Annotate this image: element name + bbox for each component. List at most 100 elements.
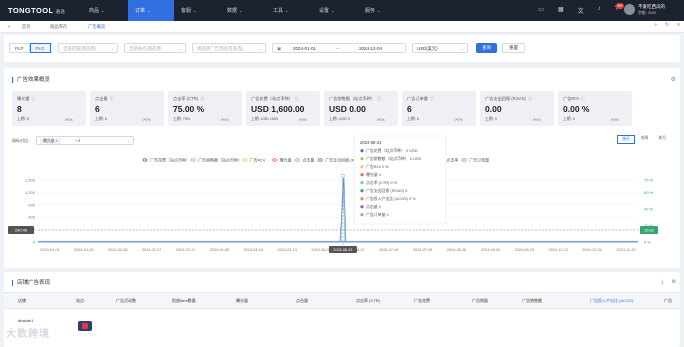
chevron-down-icon: ⌄ [377,8,381,13]
section-title: 店铺广告表现 [12,280,50,286]
y-tick-label: 0 [33,240,36,245]
tab-ad-overview[interactable]: 广告概览 [88,23,105,31]
y-right-tick-label: 75 % [644,178,654,183]
column-header[interactable]: 点击量 [296,298,308,304]
legend-item[interactable]: 曝光量 [280,157,292,163]
column-header[interactable]: 广告活动数 [116,298,136,304]
translate-icon[interactable]: 文 [578,6,584,15]
refresh-icon[interactable]: ↻ [665,22,669,28]
tooltip-dot [360,189,364,193]
y-tick-label: 600 [28,215,35,220]
tab-tools: » ↻ ≡ [654,22,680,28]
reset-button[interactable]: 重置 [502,43,525,53]
column-header[interactable]: 点击率 (CTR) [356,298,380,304]
y-tick-label: 1,500 [25,178,36,183]
column-header[interactable]: 广告投入产出比 (ACOS) [590,298,633,304]
y-tick-label: 1,200 [25,190,36,195]
column-header[interactable]: 曝光量 [236,298,248,304]
date-end[interactable]: 2024-12-04 [359,44,382,53]
user-menu[interactable]: 不爱吃西瓜的 余额: 0000 [624,3,680,18]
x-tick-label: 2024-05-13 [277,248,296,252]
legend-item[interactable]: 广告ROI [250,157,265,163]
menu-icon[interactable]: ≡ [677,22,680,28]
tab-home[interactable]: 首页 [22,23,31,31]
legend-item[interactable]: 广告销售额（站点币种） [198,157,242,163]
chevron-down-icon: ⌄ [331,8,335,13]
column-header[interactable]: 投放Item数量 [172,298,196,304]
download-icon[interactable]: ⤓ [661,279,663,285]
logo[interactable]: TONGTOOL 通途 [8,6,65,15]
y-tick-label: 900 [28,202,35,207]
filter-bar: PLP PLG 全部店铺(请选择) ⌄ 全部站点(请选择) ⌄ 请选择广告活动(可多… [4,35,680,62]
tab-products[interactable]: 商品库存 [50,23,67,31]
date-start[interactable]: 2024-01-01 [293,44,316,53]
tooltip-row: 广告销售额（站点币种） 0 USD [366,156,422,161]
pointer-left-value: 290.46 [15,228,28,233]
tooltip-row: 广告花费（站点币种） 0 USD [366,148,418,153]
chevron-down-icon: ⌄ [147,8,151,13]
ad-effect-panel: 广告效果概览 ⚙ 曝光量 ⓘ 8 上期: 8 ↗0% 点击量 ⓘ 6 上期: 6 ↗0% 点击率 (… [4,68,680,268]
currency-select[interactable]: USD(美元) ⌄ [412,43,468,53]
main-nav: 商品 ⌄ 订单 ⌄ 客服 ⌄ 数据 ⌄ 工具 ⌄ 设置 ⌄ 服务 ⌄ [82,0,404,21]
nav-item-0[interactable]: 商品 ⌄ [82,0,128,21]
chevron-down-icon: ⌄ [258,46,262,51]
site-select[interactable]: 全部站点(请选择) ⌄ [124,43,186,53]
chevron-down-icon: ⌄ [239,8,243,13]
calendar-icon: ▣ [277,46,282,51]
column-header[interactable]: 店铺 [18,298,26,304]
x-tick-label: 2024-03-17 [176,248,195,252]
trend-chart[interactable]: 广告花费（站点币种） 广告销售额（站点币种） 广告ROI 曝光量 点击量 广告支出回报 (… [4,68,680,268]
column-header[interactable]: 站点 [76,298,84,304]
tooltip-row: 广告订单量 0 [366,212,390,217]
legend-item[interactable]: 点击率 [446,157,458,163]
x-tick-label: 2024-06-01 [311,248,330,252]
watermark-logo-icon [78,321,92,331]
chevron-down-icon: ⌄ [178,46,182,51]
legend-item[interactable]: 广告花费（站点币种） [150,157,190,163]
x-tick-label: 2024-10-12 [549,248,568,252]
tooltip-dot [360,181,364,185]
gear-icon[interactable]: ⚙ [672,279,676,285]
chevron-down-icon: ⌄ [101,8,105,13]
x-tick-label: 2024-09-04 [481,248,500,252]
back-icon[interactable]: « [8,23,10,31]
data-point[interactable] [341,173,345,178]
legend-item[interactable]: 广告订单量 [469,157,489,163]
tablet-icon[interactable]: ▭ [538,6,544,15]
column-header[interactable]: 广告销量 [472,298,488,304]
tooltip-dot [360,165,364,169]
segment-plp[interactable]: PLP [9,43,30,53]
chevron-down-icon: ⌄ [460,46,464,51]
column-header[interactable]: 广告 [664,298,672,304]
user-balance: 余额: 0000 [638,11,657,15]
avatar[interactable] [624,4,635,15]
tooltip-dot [360,149,364,153]
store-name-cell: dbaidm1 [18,318,34,323]
grid-icon[interactable]: ▦ [558,6,564,15]
store-select[interactable]: 全部店铺(请选择) ⌄ [58,43,118,53]
date-range-picker[interactable]: ▣ 2024-01-01 ~ 2024-12-04 [272,43,406,53]
legend-item[interactable]: 点击量 [302,157,314,163]
campaign-select[interactable]: 请选择广告活动(可多选) ⌄ [192,43,266,53]
forward-icon[interactable]: » [654,22,657,28]
nav-item-2[interactable]: 客服 ⌄ [174,0,220,21]
y-right-tick-label: 40 % [644,206,654,211]
tooltip-title: 2024-06-21 [360,140,382,145]
nav-item-6[interactable]: 服务 ⌄ [358,0,404,21]
table-row[interactable]: dbaidm1 [18,318,33,323]
tooltip-row: 点击量 0 [366,204,382,209]
chevron-down-icon: ⌄ [193,8,197,13]
nav-item-1[interactable]: 订单 ⌄ [128,0,174,21]
nav-item-4[interactable]: 工具 ⌄ [266,0,312,21]
nav-item-3[interactable]: 数据 ⌄ [220,0,266,21]
tooltip-row: 点击率 (CTR) 0 % [366,180,398,185]
bell-icon[interactable]: ♪ [598,6,601,15]
column-header[interactable]: 广告销售额 [522,298,542,304]
pointer-x-label: 2024-06-21 [333,248,352,252]
x-tick-label: 2024-01-01 [40,248,59,252]
column-header[interactable]: 广告花费 [414,298,430,304]
segment-plg[interactable]: PLG [29,43,51,53]
nav-item-5[interactable]: 设置 ⌄ [312,0,358,21]
notification-badge: 99+ [616,3,624,9]
search-button[interactable]: 查询 [476,43,497,53]
